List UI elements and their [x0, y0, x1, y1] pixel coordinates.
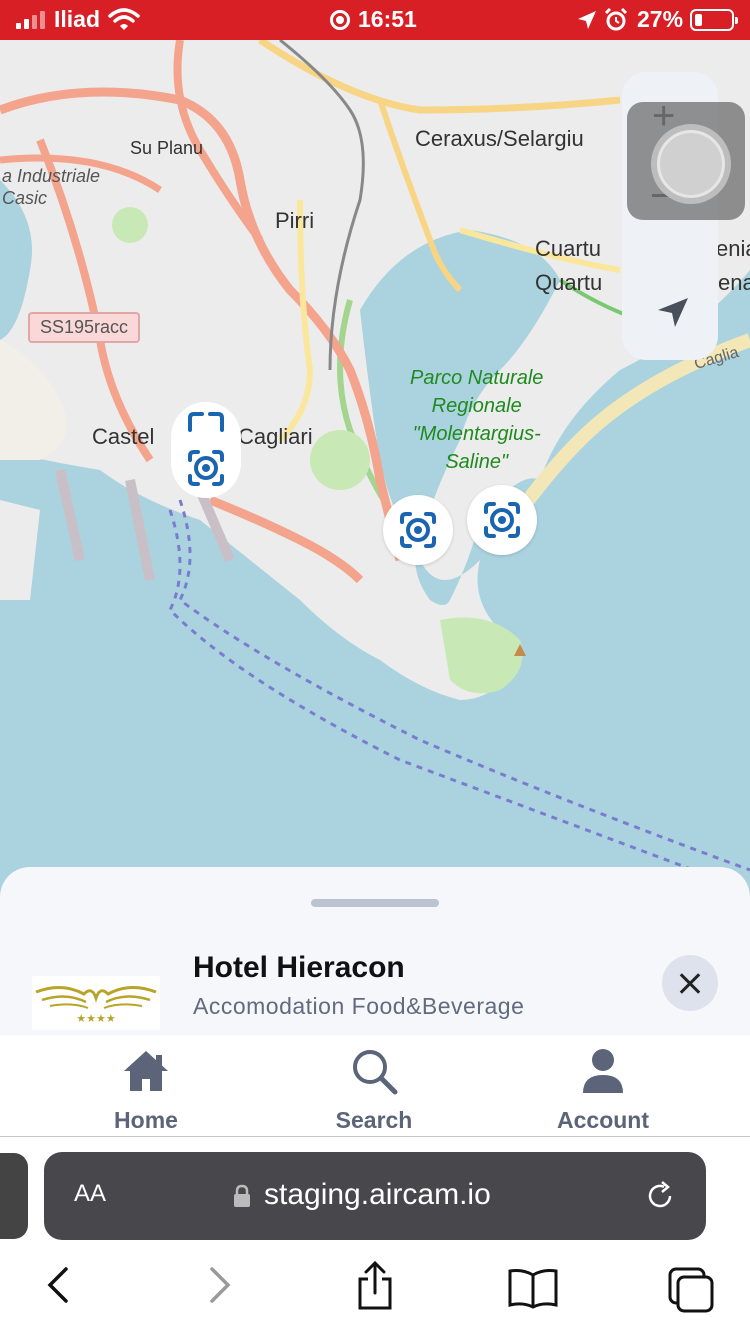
reload-icon[interactable] [644, 1180, 676, 1212]
share-icon[interactable] [354, 1261, 396, 1311]
url-text[interactable]: staging.aircam.io [264, 1178, 491, 1212]
home-icon [124, 1051, 168, 1091]
camera-marker-cluster[interactable] [171, 402, 241, 498]
poi-categories: Accomodation Food&Beverage [193, 993, 525, 1019]
map-label-quartu: Cuartu [535, 236, 602, 261]
locate-me-icon[interactable] [656, 296, 690, 330]
search-icon [353, 1050, 398, 1095]
tab-home[interactable]: Home [66, 1035, 226, 1137]
status-bar: Iliad 16:51 27% [0, 0, 750, 40]
battery-percent: 27% [637, 6, 684, 32]
carrier-name: Iliad [54, 6, 101, 32]
tab-account-label: Account [557, 1107, 649, 1133]
map-label-pirri: Pirri [275, 208, 315, 233]
alarm-icon [604, 8, 628, 31]
camera-marker-icon [188, 412, 224, 432]
map-label-zona-industriale: a Industriale Casic [2, 166, 101, 208]
sheet-drag-handle[interactable] [311, 899, 439, 907]
camera-marker[interactable] [467, 485, 537, 555]
map-label-su-planu: Su Planu [130, 138, 204, 158]
account-icon [583, 1049, 623, 1093]
location-arrow-icon [578, 11, 596, 29]
map-label-cagliari: Cagliari [238, 424, 313, 449]
back-icon[interactable] [44, 1265, 72, 1305]
tabs-icon[interactable] [666, 1265, 714, 1313]
map-label-park: Parco Naturale Regionale "Molentargius- … [410, 367, 544, 473]
tab-home-label: Home [114, 1107, 178, 1133]
forward-icon[interactable] [206, 1265, 234, 1305]
tab-search-label: Search [335, 1107, 413, 1133]
wifi-icon [108, 8, 140, 30]
assistive-touch-button[interactable] [627, 102, 745, 220]
tab-search[interactable]: Search [294, 1035, 454, 1137]
camera-marker-icon [484, 502, 520, 538]
map-label-ceraxus: Ceraxus/Selargiu [415, 126, 584, 151]
cellular-signal-icon [16, 11, 46, 29]
clock-time: 16:51 [358, 6, 417, 32]
camera-marker-icon [400, 512, 436, 548]
text-size-button[interactable]: AA [74, 1180, 106, 1208]
battery-icon [690, 9, 738, 31]
road-sign-ss195: SS195racc [28, 312, 141, 343]
bottom-tab-bar: Home Search Account [0, 1035, 750, 1137]
poi-bottom-sheet[interactable]: ★★★★ Hotel Hieracon Accomodation Food&Be… [0, 867, 750, 1035]
logo-stars: ★★★★ [76, 1012, 116, 1025]
previous-tab-preview[interactable] [0, 1153, 28, 1239]
map-label-quartu-2: Quartu [535, 270, 603, 295]
screen-recording-icon [330, 10, 350, 30]
bookmarks-icon[interactable] [507, 1267, 559, 1309]
tab-account[interactable]: Account [523, 1035, 683, 1137]
map-label-castello: Castel [92, 424, 155, 449]
poi-title: Hotel Hieracon [193, 951, 405, 984]
map-label-quartu-2-end: ena [718, 270, 750, 295]
camera-marker-icon [188, 450, 224, 486]
browser-toolbar: AA staging.aircam.io [0, 1137, 750, 1334]
address-bar[interactable]: AA staging.aircam.io [44, 1152, 706, 1240]
lock-icon [234, 1184, 250, 1207]
close-sheet-button[interactable] [662, 955, 718, 1011]
hotel-logo: ★★★★ [32, 976, 160, 1030]
eagle-logo-icon: ★★★★ [35, 986, 157, 1025]
camera-marker[interactable] [383, 495, 453, 565]
map-label-quartu-end: enia [716, 236, 750, 261]
